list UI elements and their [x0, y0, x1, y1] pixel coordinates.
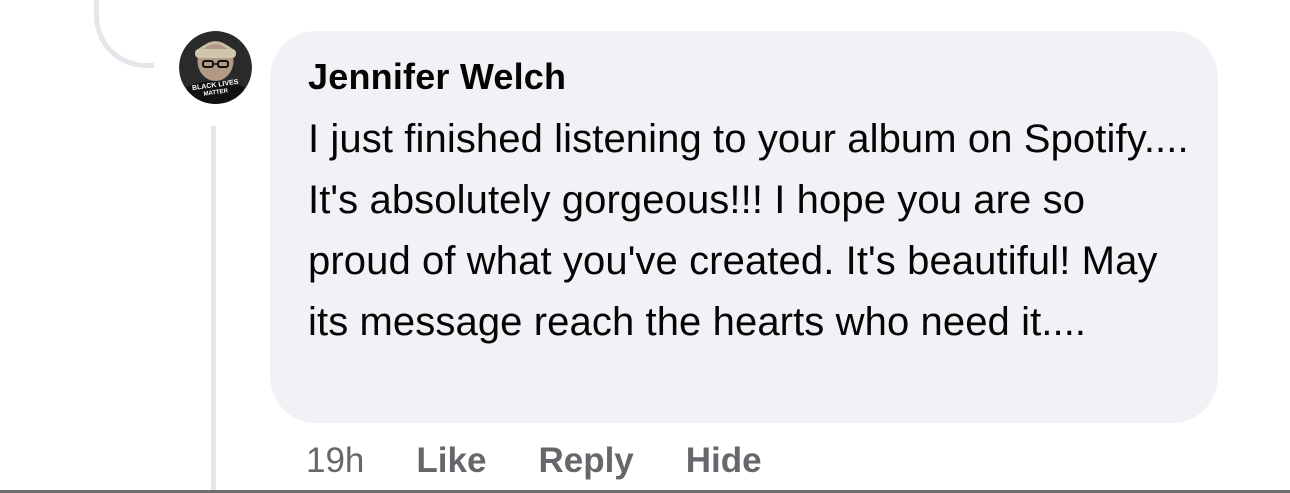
comment-text: I just finished listening to your album … — [308, 117, 1189, 344]
thread-connector-curve — [94, 0, 154, 68]
reply-button[interactable]: Reply — [538, 440, 633, 482]
comment-actions: 19h Like Reply Hide — [306, 440, 814, 482]
comment-author-name[interactable]: Jennifer Welch — [308, 55, 1188, 99]
thread-connector-line — [211, 126, 216, 493]
hide-button[interactable]: Hide — [686, 440, 762, 482]
avatar-image: BLACK LIVES MATTER — [179, 31, 252, 104]
avatar[interactable]: BLACK LIVES MATTER — [179, 31, 252, 104]
comment-bubble: Jennifer Welch I just finished listening… — [270, 31, 1218, 423]
comment-timestamp[interactable]: 19h — [306, 440, 364, 482]
like-button[interactable]: Like — [416, 440, 486, 482]
